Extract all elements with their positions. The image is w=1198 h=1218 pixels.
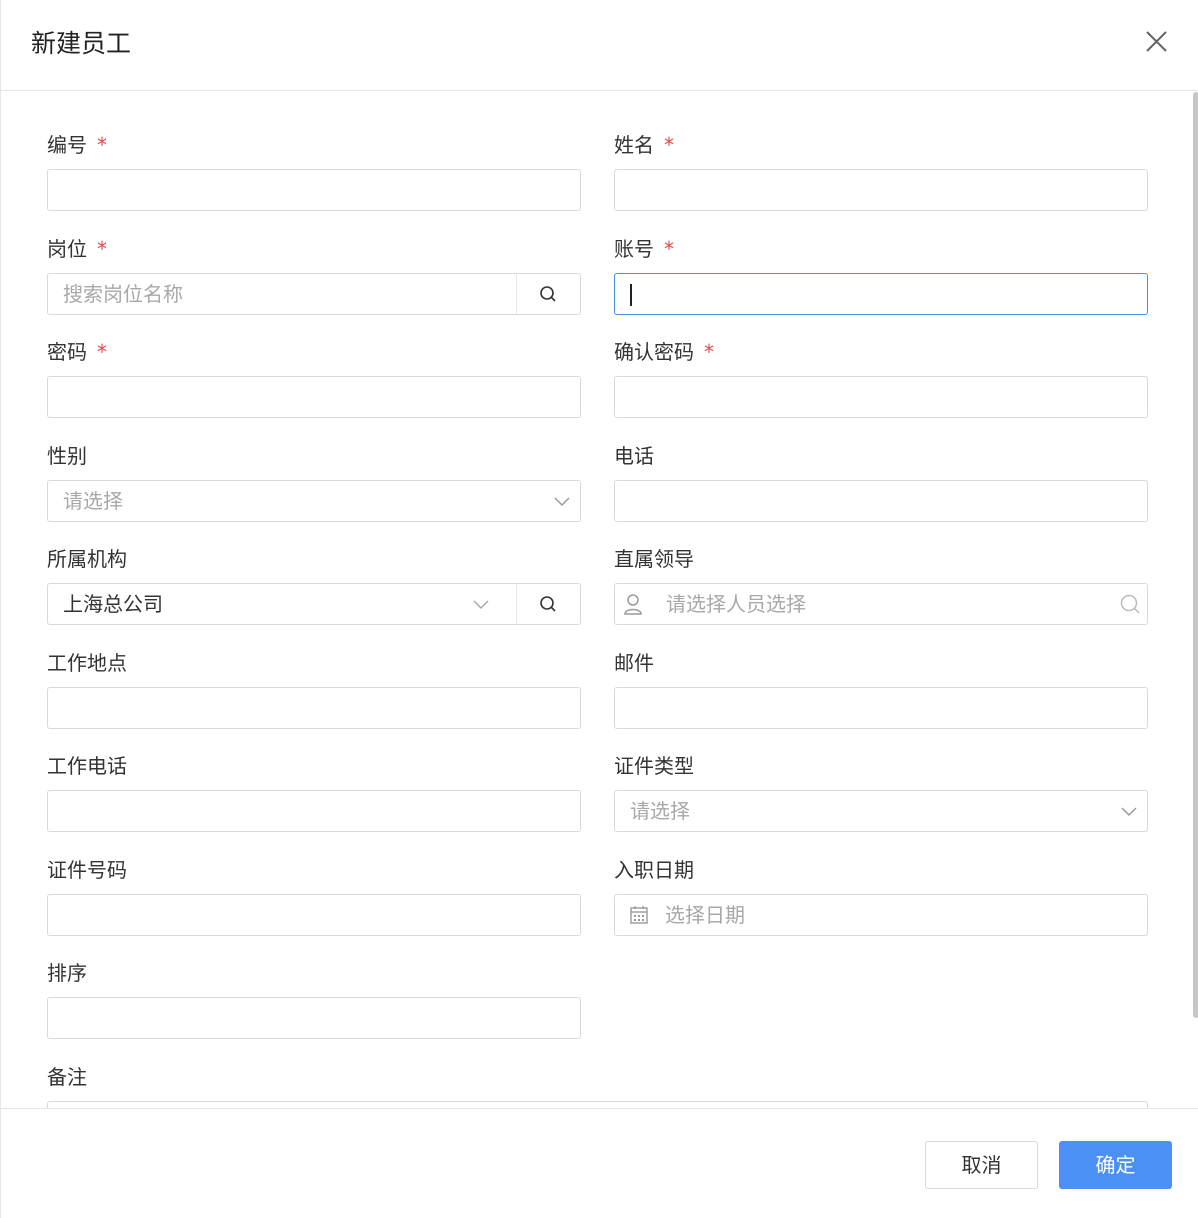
hire-date-label: 入职日期 bbox=[614, 858, 694, 882]
required-mark: * bbox=[97, 133, 107, 157]
code-label: 编号 * bbox=[47, 131, 107, 159]
required-mark: * bbox=[704, 340, 714, 364]
close-icon bbox=[1146, 31, 1167, 52]
account-label-text: 账号 bbox=[614, 237, 654, 261]
new-employee-dialog: 新建员工 编号 * 姓名 * 岗位 * 搜索岗位名称 账号 * 密码 * 确认密码 * 性别 bbox=[0, 0, 1198, 1218]
leader-picker[interactable]: 请选择人员选择 bbox=[614, 583, 1148, 625]
id-type-label: 证件类型 bbox=[614, 754, 694, 778]
gender-placeholder: 请选择 bbox=[63, 489, 123, 513]
gender-select[interactable]: 请选择 bbox=[47, 480, 581, 522]
leader-placeholder: 请选择人员选择 bbox=[666, 592, 806, 616]
account-input[interactable] bbox=[614, 273, 1148, 315]
chevron-down-icon bbox=[554, 497, 570, 507]
dialog-title: 新建员工 bbox=[31, 29, 132, 58]
id-type-placeholder: 请选择 bbox=[630, 799, 690, 823]
account-label: 账号 * bbox=[614, 235, 674, 263]
cancel-button[interactable]: 取消 bbox=[925, 1141, 1038, 1189]
text-caret bbox=[630, 284, 632, 306]
code-input[interactable] bbox=[47, 169, 581, 211]
required-mark: * bbox=[664, 237, 674, 261]
position-label-text: 岗位 bbox=[47, 237, 87, 261]
password-input[interactable] bbox=[47, 376, 581, 418]
position-label: 岗位 * bbox=[47, 235, 107, 263]
close-button[interactable] bbox=[1139, 26, 1173, 60]
remark-label: 备注 bbox=[47, 1065, 87, 1089]
sort-input[interactable] bbox=[47, 997, 581, 1039]
phone-input[interactable] bbox=[614, 480, 1148, 522]
search-icon bbox=[540, 286, 556, 302]
position-placeholder: 搜索岗位名称 bbox=[63, 282, 183, 306]
chevron-down-icon bbox=[1121, 807, 1137, 817]
dialog-footer: 取消 确定 bbox=[1, 1108, 1198, 1218]
email-label: 邮件 bbox=[614, 651, 654, 675]
organization-label: 所属机构 bbox=[47, 547, 127, 571]
scrollbar[interactable] bbox=[1193, 92, 1198, 1018]
hire-date-placeholder: 选择日期 bbox=[665, 903, 745, 927]
confirm-password-input[interactable] bbox=[614, 376, 1148, 418]
position-search-input[interactable]: 搜索岗位名称 bbox=[47, 273, 581, 315]
required-mark: * bbox=[664, 133, 674, 157]
chevron-down-icon bbox=[473, 600, 489, 610]
organization-value: 上海总公司 bbox=[63, 592, 163, 616]
email-input[interactable] bbox=[614, 687, 1148, 729]
confirm-button[interactable]: 确定 bbox=[1059, 1141, 1172, 1189]
id-number-label: 证件号码 bbox=[47, 858, 127, 882]
phone-label: 电话 bbox=[614, 444, 654, 468]
id-type-select[interactable]: 请选择 bbox=[614, 790, 1148, 832]
name-label: 姓名 * bbox=[614, 131, 674, 159]
work-phone-input[interactable] bbox=[47, 790, 581, 832]
id-number-input[interactable] bbox=[47, 894, 581, 936]
confirm-password-label-text: 确认密码 bbox=[614, 340, 694, 364]
calendar-icon bbox=[630, 906, 648, 924]
search-icon bbox=[540, 596, 556, 612]
sort-label: 排序 bbox=[47, 961, 87, 985]
password-label: 密码 * bbox=[47, 338, 107, 366]
dialog-header: 新建员工 bbox=[1, 0, 1198, 91]
leader-label: 直属领导 bbox=[614, 547, 694, 571]
name-input[interactable] bbox=[614, 169, 1148, 211]
required-mark: * bbox=[97, 237, 107, 261]
position-search-button[interactable] bbox=[516, 274, 580, 314]
work-location-input[interactable] bbox=[47, 687, 581, 729]
work-location-label: 工作地点 bbox=[47, 651, 127, 675]
password-label-text: 密码 bbox=[47, 340, 87, 364]
organization-select[interactable]: 上海总公司 bbox=[47, 583, 581, 625]
confirm-password-label: 确认密码 * bbox=[614, 338, 714, 366]
work-phone-label: 工作电话 bbox=[47, 754, 127, 778]
required-mark: * bbox=[97, 340, 107, 364]
organization-search-button[interactable] bbox=[516, 584, 580, 624]
hire-date-picker[interactable]: 选择日期 bbox=[614, 894, 1148, 936]
code-label-text: 编号 bbox=[47, 133, 87, 157]
search-icon[interactable] bbox=[1119, 593, 1141, 615]
gender-label: 性别 bbox=[47, 444, 87, 468]
user-icon bbox=[624, 594, 642, 615]
name-label-text: 姓名 bbox=[614, 133, 654, 157]
